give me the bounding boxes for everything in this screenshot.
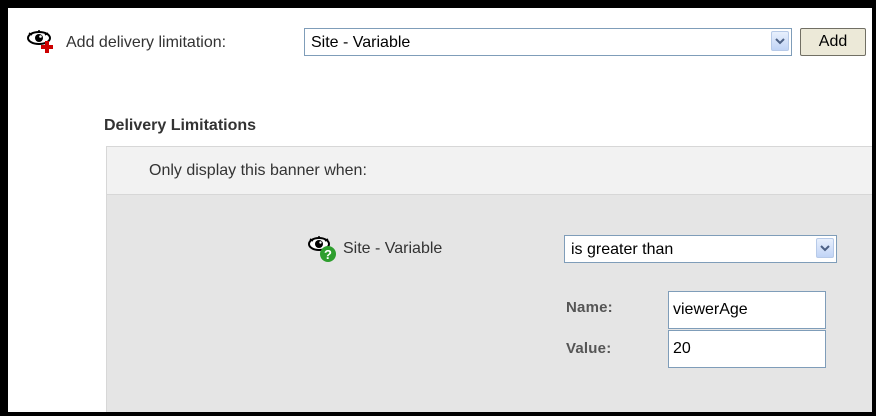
section-title: Delivery Limitations — [104, 117, 257, 134]
panel-header-text: Only display this banner when: — [149, 162, 367, 179]
add-limitation-row: Add delivery limitation: Site - Variable… — [20, 28, 872, 58]
add-limitation-label: Add delivery limitation: — [66, 34, 227, 51]
limitation-type-value: Site - Variable — [311, 34, 411, 51]
eye-help-icon: ? — [307, 234, 341, 264]
name-label: Name: — [566, 299, 613, 316]
operator-select[interactable]: is greater than — [564, 235, 837, 263]
limitation-type-select[interactable]: Site - Variable — [304, 28, 792, 56]
chevron-down-icon[interactable] — [771, 31, 789, 51]
value-label: Value: — [566, 340, 612, 357]
rule-type-label: Site - Variable — [343, 240, 443, 257]
eye-add-icon — [26, 29, 60, 53]
name-input[interactable] — [668, 291, 826, 329]
chevron-down-icon[interactable] — [816, 238, 834, 258]
panel-header: Only display this banner when: — [107, 147, 872, 195]
operator-value: is greater than — [571, 241, 674, 258]
add-button[interactable]: Add — [800, 28, 866, 56]
limitations-panel: Only display this banner when: ? Site - … — [106, 146, 872, 412]
value-input[interactable] — [668, 330, 826, 368]
svg-text:?: ? — [324, 247, 332, 262]
window-frame: Add delivery limitation: Site - Variable… — [8, 8, 872, 412]
